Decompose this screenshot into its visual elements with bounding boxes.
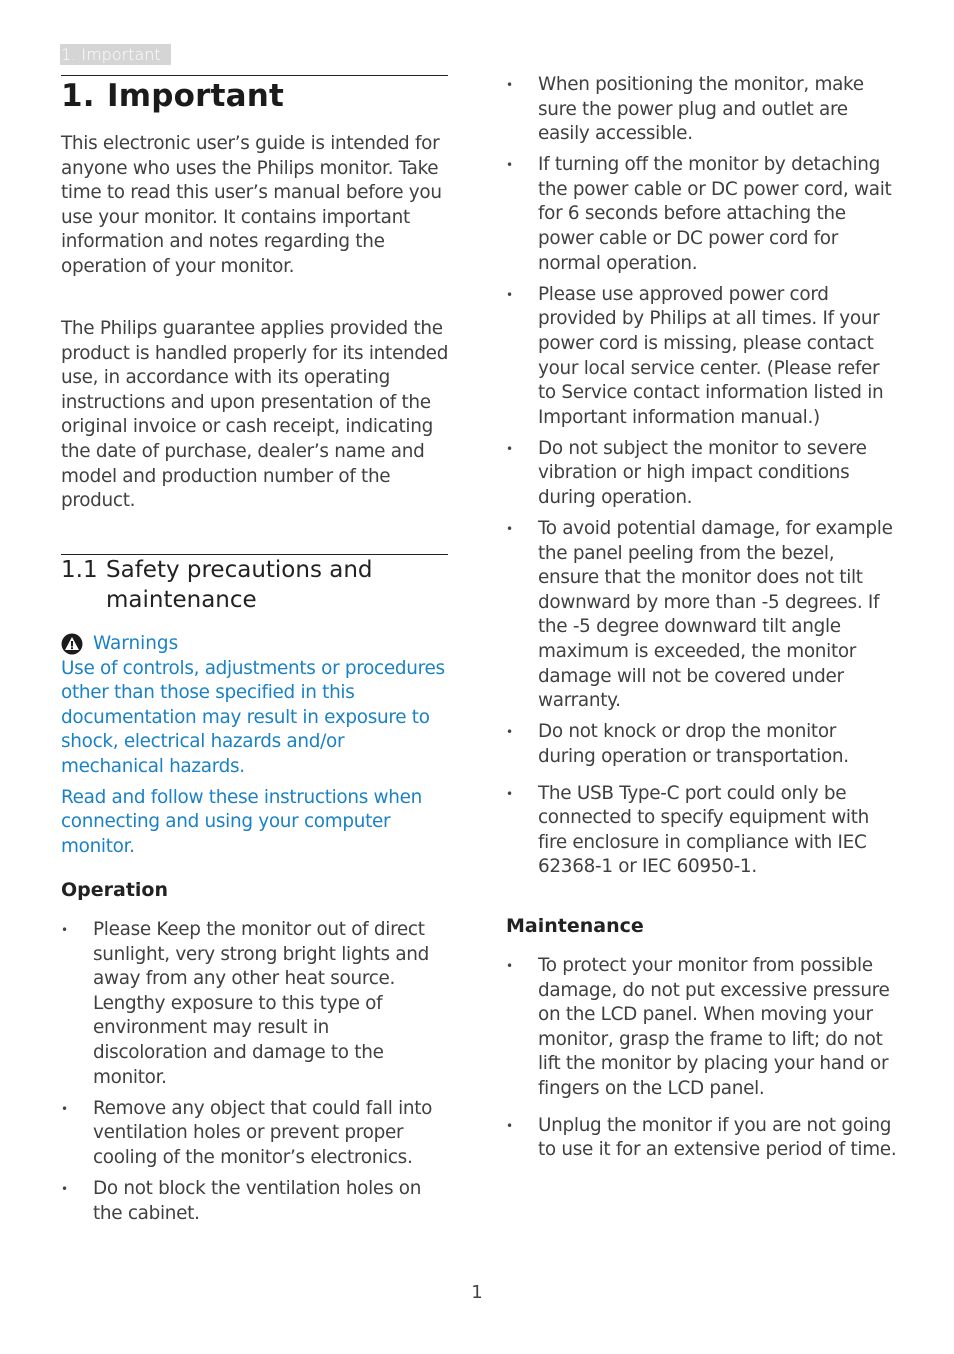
list-item: • Do not knock or drop the monitor during…	[506, 720, 898, 769]
list-item: • To protect your monitor from possible d…	[506, 954, 898, 1102]
bullet: •	[506, 78, 513, 92]
list-item-text: Do not subject the monitor to severe vib…	[538, 437, 867, 508]
list-item-text: If turning off the monitor by detaching …	[538, 154, 892, 274]
bullet: •	[61, 1181, 68, 1196]
bullet: •	[506, 158, 513, 173]
list-item: • Remove any object that could fall into …	[61, 1097, 448, 1171]
list-item-text: The USB Type-C port could only be connec…	[538, 782, 870, 878]
list-item-text: When positioning the monitor, make sure …	[538, 74, 864, 145]
list-item: • Please use approved power cord provided…	[506, 283, 898, 431]
bullet: •	[506, 725, 513, 740]
list-item: • Unplug the monitor if you are not going…	[506, 1114, 898, 1163]
intro-paragraph-2: The Philips guarantee applies provided t…	[61, 318, 449, 512]
list-item: • If turning off the monitor by detaching…	[506, 153, 898, 276]
chapter-rule	[61, 75, 448, 76]
bullet: •	[506, 441, 513, 456]
maintenance-list: • To protect your monitor from possible d…	[506, 954, 898, 1169]
section-title-text: Safety precautions and maintenance	[106, 557, 373, 613]
bullet: •	[506, 1118, 513, 1133]
list-item-text: Remove any object that could fall into v…	[93, 1097, 433, 1168]
list-item: • To avoid potential damage, for example …	[506, 517, 898, 714]
list-item-text: Unplug the monitor if you are not going …	[538, 1114, 897, 1161]
section-title: 1.1 Safety precautions and maintenance	[61, 555, 448, 615]
list-item-text: Please Keep the monitor out of direct su…	[93, 919, 430, 1088]
running-header: 1. Important	[60, 44, 171, 65]
list-item-text: To avoid potential damage, for example t…	[538, 518, 893, 712]
list-item-text: To protect your monitor from possible da…	[538, 955, 890, 1099]
list-item: • Please Keep the monitor out of direct s…	[61, 918, 448, 1090]
bullet: •	[61, 923, 68, 937]
bullet: •	[61, 1101, 68, 1116]
bullet: •	[506, 786, 513, 801]
operation-list-right: • When positioning the monitor, make sure…	[506, 73, 898, 886]
list-item: • Do not block the ventilation holes on t…	[61, 1177, 448, 1226]
chapter-title-text: Important	[107, 78, 285, 114]
page-number: 1	[471, 1282, 483, 1303]
maintenance-heading: Maintenance	[506, 915, 644, 937]
section-number: 1.1	[61, 557, 98, 583]
list-item: • When positioning the monitor, make sure…	[506, 73, 898, 147]
warning-paragraph: Use of controls, adjustments or procedur…	[61, 657, 445, 777]
list-item-text: Please use approved power cord provided …	[538, 283, 884, 428]
bullet: •	[506, 959, 513, 973]
list-item: • The USB Type-C port could only be conne…	[506, 782, 898, 880]
operation-heading: Operation	[61, 879, 169, 901]
warning-triangle-icon	[61, 633, 83, 655]
warning-paragraph: Read and follow these instructions when …	[61, 786, 423, 857]
warnings-block: Warnings Use of controls, adjustments or…	[61, 632, 448, 865]
warnings-heading-text: Warnings	[93, 633, 179, 654]
bullet: •	[506, 287, 513, 302]
warnings-heading: Warnings	[61, 632, 448, 657]
intro-paragraph-1: This electronic user’s guide is intended…	[61, 133, 442, 277]
chapter-title: 1. Important	[61, 78, 284, 114]
operation-list-left: • Please Keep the monitor out of direct s…	[61, 918, 448, 1233]
list-item-text: Do not knock or drop the monitor during …	[538, 721, 849, 767]
list-item: • Do not subject the monitor to severe vi…	[506, 437, 898, 511]
bullet: •	[506, 522, 513, 537]
chapter-number: 1.	[61, 78, 95, 114]
list-item-text: Do not block the ventilation holes on th…	[93, 1177, 422, 1224]
